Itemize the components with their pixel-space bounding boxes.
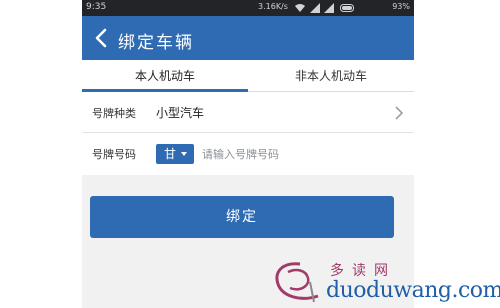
tab-bar: 本人机动车 非本人机动车 <box>82 60 414 92</box>
left-margin <box>0 0 82 308</box>
plate-number-label: 号牌号码 <box>92 148 136 161</box>
page-title: 绑定车辆 <box>118 33 194 53</box>
plate-number-row: 号牌号码 甘 <box>82 134 414 174</box>
watermark-url: duoduwang.com <box>326 278 500 303</box>
network-speed: 3.16K/s <box>258 2 288 11</box>
plate-type-label: 号牌种类 <box>92 107 136 120</box>
battery-percent: 93% <box>392 2 410 11</box>
signal-icon-2 <box>324 3 334 13</box>
wifi-icon <box>295 4 305 12</box>
status-bar: 9:35 3.16K/s 93% <box>82 0 414 16</box>
plate-number-input[interactable] <box>202 144 402 164</box>
active-tab-indicator <box>82 89 248 92</box>
watermark-cn: 多读网 <box>330 263 396 279</box>
region-value: 甘 <box>164 147 177 161</box>
bind-button[interactable]: 绑定 <box>90 196 394 238</box>
region-select-button[interactable]: 甘 <box>156 144 194 164</box>
battery-icon <box>340 4 354 12</box>
watermark-logo-icon <box>275 262 319 303</box>
status-time: 9:35 <box>86 2 107 12</box>
tab-own-vehicle[interactable]: 本人机动车 <box>82 60 248 92</box>
title-bar: 绑定车辆 <box>82 16 414 60</box>
signal-icon <box>310 3 320 13</box>
tab-other-vehicle[interactable]: 非本人机动车 <box>248 60 414 92</box>
plate-type-value: 小型汽车 <box>156 106 205 120</box>
chevron-right-icon <box>395 106 404 120</box>
chevron-down-icon <box>181 152 187 156</box>
watermark: 多读网 duoduwang.com <box>270 256 500 308</box>
back-arrow-icon[interactable] <box>92 27 110 49</box>
plate-type-row[interactable]: 号牌种类 小型汽车 <box>82 93 414 133</box>
